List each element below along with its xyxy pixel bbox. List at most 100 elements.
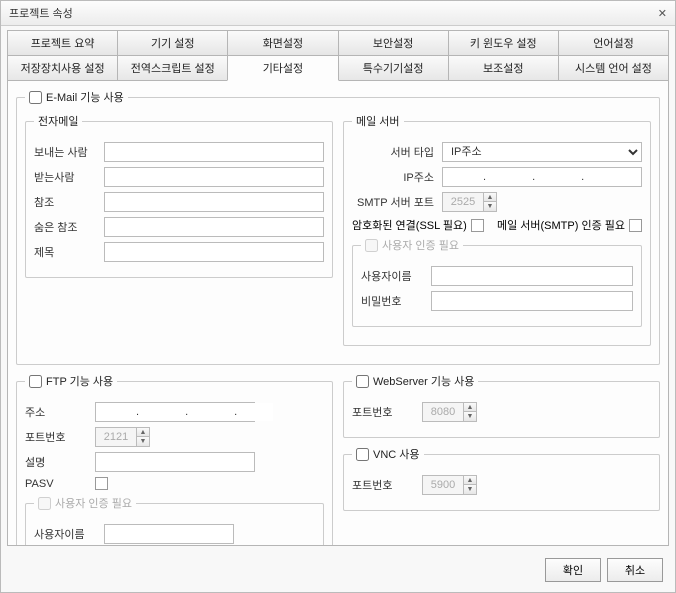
tab-project-summary[interactable]: 프로젝트 요약 — [7, 30, 118, 55]
subject-label: 제목 — [34, 244, 104, 260]
mailserver-legend: 메일 서버 — [352, 113, 404, 129]
smtp-auth-checkbox[interactable] — [629, 219, 642, 232]
mail-pass-input[interactable] — [431, 291, 633, 311]
ftp-user-input[interactable] — [104, 524, 234, 544]
dialog-buttons: 확인 취소 — [1, 552, 675, 592]
server-type-label: 서버 타입 — [352, 144, 442, 160]
sender-label: 보내는 사람 — [34, 144, 104, 160]
ftp-ip-oct4[interactable] — [247, 403, 273, 421]
smtp-auth-label: 메일 서버(SMTP) 인증 필요 — [497, 217, 625, 233]
ftp-ip-oct2[interactable] — [149, 403, 175, 421]
chevron-up-icon[interactable]: ▲ — [484, 193, 496, 202]
mailserver-ip-input[interactable]: . . . — [442, 167, 642, 187]
tab-system-language-settings[interactable]: 시스템 언어 설정 — [558, 55, 669, 81]
chevron-down-icon[interactable]: ▼ — [464, 412, 476, 421]
tab-security-settings[interactable]: 보안설정 — [338, 30, 449, 55]
ftp-ip-input[interactable]: . . . — [95, 402, 255, 422]
email-group: E-Mail 기능 사용 전자메일 보내는 사람 받는사람 참조 숨은 참조 — [16, 89, 660, 365]
chevron-up-icon[interactable]: ▲ — [137, 428, 149, 437]
webserver-port-input[interactable] — [423, 403, 463, 421]
ftp-auth-legend: 사용자 인증 필요 — [34, 495, 136, 511]
email-enable-checkbox[interactable] — [29, 91, 42, 104]
tab-aux-settings[interactable]: 보조설정 — [448, 55, 559, 81]
smtp-port-spinner[interactable]: ▲▼ — [442, 192, 497, 212]
ftp-port-input[interactable] — [96, 428, 136, 446]
ssl-checkbox[interactable] — [471, 219, 484, 232]
ftp-legend: FTP 기능 사용 — [25, 373, 117, 389]
email-legend-text: E-Mail 기능 사용 — [46, 89, 124, 105]
webserver-group: WebServer 기능 사용 포트번호 ▲▼ — [343, 373, 660, 438]
tab-special-device-settings[interactable]: 특수기기설정 — [338, 55, 449, 81]
ip-label: IP주소 — [352, 169, 442, 185]
content-pane: E-Mail 기능 사용 전자메일 보내는 사람 받는사람 참조 숨은 참조 — [7, 80, 669, 546]
vnc-port-label: 포트번호 — [352, 477, 422, 493]
smtp-port-label: SMTP 서버 포트 — [352, 194, 442, 210]
ftp-auth-group: 사용자 인증 필요 사용자이름 비밀번호 — [25, 495, 324, 546]
chevron-down-icon[interactable]: ▼ — [484, 202, 496, 211]
ftp-addr-label: 주소 — [25, 404, 95, 420]
chevron-up-icon[interactable]: ▲ — [464, 403, 476, 412]
ip-oct3[interactable] — [545, 168, 571, 186]
ftp-ip-oct1[interactable] — [100, 403, 126, 421]
sender-input[interactable] — [104, 142, 324, 162]
email-fields-group: 전자메일 보내는 사람 받는사람 참조 숨은 참조 제목 — [25, 113, 333, 278]
tab-storage-settings[interactable]: 저장장치사용 설정 — [7, 55, 118, 81]
vnc-group: VNC 사용 포트번호 ▲▼ — [343, 446, 660, 511]
tab-container: 프로젝트 요약 기기 설정 화면설정 보안설정 키 윈도우 설정 언어설정 저장… — [1, 26, 675, 81]
chevron-down-icon[interactable]: ▼ — [137, 437, 149, 446]
chevron-up-icon[interactable]: ▲ — [464, 476, 476, 485]
vnc-enable-checkbox[interactable] — [356, 448, 369, 461]
email-fields-legend: 전자메일 — [34, 113, 82, 129]
bcc-label: 숨은 참조 — [34, 219, 104, 235]
ip-oct1[interactable] — [447, 168, 473, 186]
tab-device-settings[interactable]: 기기 설정 — [117, 30, 228, 55]
ftp-pasv-checkbox[interactable] — [95, 477, 108, 490]
mail-auth-group: 사용자 인증 필요 사용자이름 비밀번호 — [352, 237, 642, 327]
ssl-label: 암호화된 연결(SSL 필요) — [352, 217, 467, 233]
tab-other-settings[interactable]: 기타설정 — [227, 55, 338, 81]
bcc-input[interactable] — [104, 217, 324, 237]
recipient-input[interactable] — [104, 167, 324, 187]
tab-keywindow-settings[interactable]: 키 윈도우 설정 — [448, 30, 559, 55]
project-properties-dialog: 프로젝트 속성 ✕ 프로젝트 요약 기기 설정 화면설정 보안설정 키 윈도우 … — [0, 0, 676, 593]
mail-auth-checkbox[interactable] — [365, 239, 378, 252]
tab-language-settings[interactable]: 언어설정 — [558, 30, 669, 55]
window-title: 프로젝트 속성 — [9, 5, 73, 21]
ftp-ip-oct3[interactable] — [198, 403, 224, 421]
email-legend: E-Mail 기능 사용 — [25, 89, 128, 105]
mail-pass-label: 비밀번호 — [361, 293, 431, 309]
cancel-button[interactable]: 취소 — [607, 558, 663, 582]
tab-screen-settings[interactable]: 화면설정 — [227, 30, 338, 55]
ftp-user-label: 사용자이름 — [34, 526, 104, 542]
ftp-port-spinner[interactable]: ▲▼ — [95, 427, 150, 447]
ftp-port-label: 포트번호 — [25, 429, 95, 445]
ftp-auth-checkbox[interactable] — [38, 497, 51, 510]
mail-auth-legend: 사용자 인증 필요 — [361, 237, 463, 253]
mail-user-label: 사용자이름 — [361, 268, 431, 284]
server-type-select[interactable]: IP주소 — [442, 142, 642, 162]
webserver-enable-checkbox[interactable] — [356, 375, 369, 388]
subject-input[interactable] — [104, 242, 324, 262]
titlebar: 프로젝트 속성 ✕ — [1, 1, 675, 26]
mailserver-group: 메일 서버 서버 타입 IP주소 IP주소 . . . — [343, 113, 651, 346]
ftp-desc-input[interactable] — [95, 452, 255, 472]
vnc-port-spinner[interactable]: ▲▼ — [422, 475, 477, 495]
cc-input[interactable] — [104, 192, 324, 212]
ftp-group: FTP 기능 사용 주소 . . . 포트번호 ▲▼ — [16, 373, 333, 546]
tab-global-script-settings[interactable]: 전역스크립트 설정 — [117, 55, 228, 81]
ip-oct2[interactable] — [496, 168, 522, 186]
ftp-enable-checkbox[interactable] — [29, 375, 42, 388]
recipient-label: 받는사람 — [34, 169, 104, 185]
webserver-port-spinner[interactable]: ▲▼ — [422, 402, 477, 422]
vnc-legend: VNC 사용 — [352, 446, 424, 462]
close-icon[interactable]: ✕ — [658, 7, 667, 20]
ip-oct4[interactable] — [594, 168, 620, 186]
webserver-port-label: 포트번호 — [352, 404, 422, 420]
vnc-port-input[interactable] — [423, 476, 463, 494]
smtp-port-input[interactable] — [443, 193, 483, 211]
webserver-legend: WebServer 기능 사용 — [352, 373, 478, 389]
ftp-desc-label: 설명 — [25, 454, 95, 470]
chevron-down-icon[interactable]: ▼ — [464, 485, 476, 494]
mail-user-input[interactable] — [431, 266, 633, 286]
ok-button[interactable]: 확인 — [545, 558, 601, 582]
